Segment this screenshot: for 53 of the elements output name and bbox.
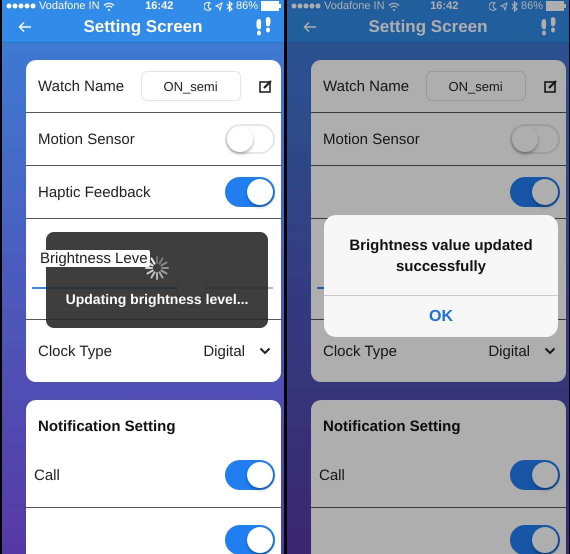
signal-icon (291, 3, 321, 9)
toggle-switch[interactable] (225, 177, 275, 207)
battery-icon (260, 1, 281, 11)
carrier-name: Vodafone IN (324, 0, 385, 12)
moon-icon (204, 2, 212, 10)
screen-title: Setting Screen (83, 17, 203, 37)
edit-button[interactable] (256, 77, 275, 95)
setting-label: Call (319, 466, 345, 484)
signal-icon (6, 3, 36, 9)
toggle-switch[interactable] (225, 525, 275, 554)
setting-label: Clock Type (38, 342, 112, 360)
wifi-icon (102, 2, 115, 10)
location-arrow-icon (214, 2, 223, 10)
status-time: 16:42 (145, 0, 174, 12)
toggle-switch[interactable] (510, 460, 560, 490)
setting-label: Haptic Feedback (38, 184, 151, 200)
carrier-name: Vodafone IN (39, 0, 100, 12)
edit-icon (544, 79, 558, 93)
battery-icon (546, 1, 566, 11)
section-title: Notification Setting (322, 417, 462, 437)
toggle-switch[interactable] (510, 525, 560, 554)
setting-label: Brightness Leve (38, 250, 150, 266)
clock-type-dropdown[interactable]: Digital (199, 338, 275, 364)
bluetooth-icon (226, 0, 233, 12)
watch-name-field[interactable]: ON_semi (426, 71, 526, 101)
toggle-switch[interactable] (225, 460, 275, 490)
toast-message: Updating brightness level... (66, 291, 248, 307)
status-time: 16:42 (430, 0, 458, 12)
setting-label: Watch Name (323, 78, 410, 94)
setting-label: Motion Sensor (323, 130, 420, 148)
chevron-down-icon (259, 347, 271, 355)
screen-title: Setting Screen (368, 17, 488, 37)
wifi-icon (388, 2, 400, 10)
toggle-switch[interactable] (510, 177, 560, 207)
alert-message: Brightness value updated successfully (348, 236, 534, 277)
battery-percent: 86% (236, 0, 258, 12)
location-arrow-icon (500, 2, 508, 10)
watch-name-field[interactable]: ON_semi (140, 71, 241, 101)
edit-icon (258, 79, 273, 93)
setting-label: Call (34, 466, 60, 484)
setting-label: Watch Name (38, 78, 124, 94)
ok-button[interactable]: OK (324, 295, 558, 337)
clock-type-dropdown[interactable]: Digital (484, 338, 560, 364)
section-title: Notification Setting (37, 417, 176, 437)
bluetooth-icon (510, 0, 518, 12)
setting-label: Clock Type (323, 342, 397, 360)
chevron-down-icon (544, 347, 556, 355)
arrow-left-icon (303, 21, 317, 33)
moon-icon (488, 2, 497, 10)
setting-label: Motion Sensor (38, 130, 135, 148)
edit-button[interactable] (542, 77, 560, 95)
battery-percent: 86% (520, 0, 543, 12)
arrow-left-icon (18, 21, 32, 33)
